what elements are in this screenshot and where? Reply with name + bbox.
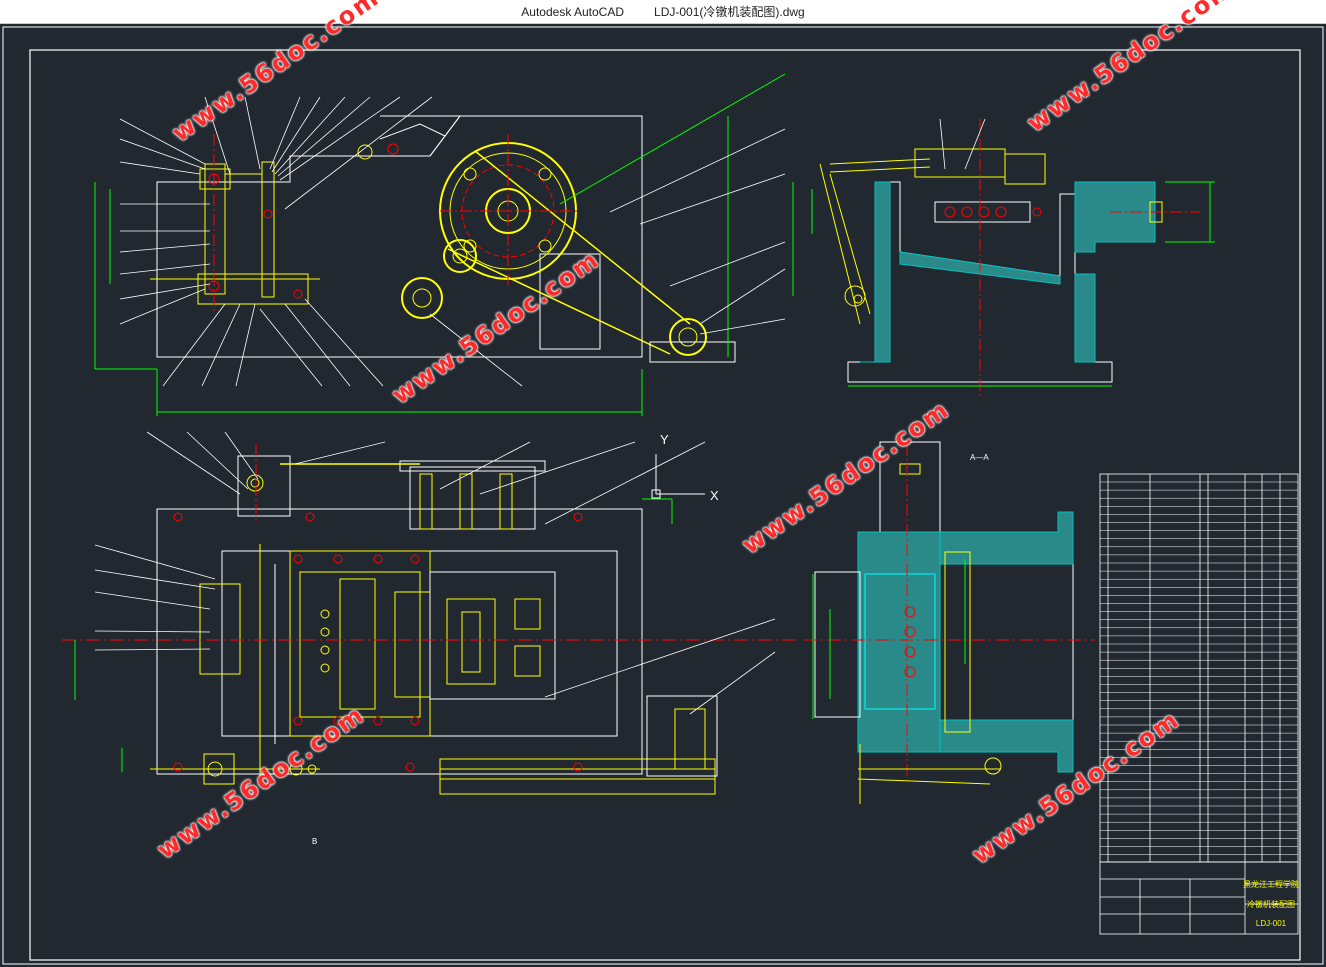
plan-view <box>62 431 800 795</box>
title-block-school: 黑龙江工程学院 <box>1243 879 1299 889</box>
document-title: LDJ-001(冷镦机装配图).dwg <box>654 5 805 19</box>
drawing-canvas[interactable]: 黑龙江工程学院 冷镦机装配图 LDJ-001 A—A B Y X www.56d… <box>0 0 1326 967</box>
ucs-x-label: X <box>710 488 719 503</box>
parts-list-rows <box>1100 481 1298 855</box>
app-name: Autodesk AutoCAD <box>521 4 625 19</box>
ucs-y-label: Y <box>660 432 669 447</box>
title-block-drawing-name: 冷镦机装配图 <box>1247 899 1295 909</box>
end-section-view <box>803 441 1095 804</box>
section-label-bottom: B <box>312 837 317 846</box>
section-label-top: A—A <box>970 453 989 462</box>
title-block-drawing-code: LDJ-001 <box>1256 919 1287 928</box>
parts-list <box>1099 473 1299 863</box>
window-title-bar: Autodesk AutoCAD LDJ-001(冷镦机装配图).dwg <box>0 0 1326 24</box>
side-section-view <box>792 118 1215 399</box>
